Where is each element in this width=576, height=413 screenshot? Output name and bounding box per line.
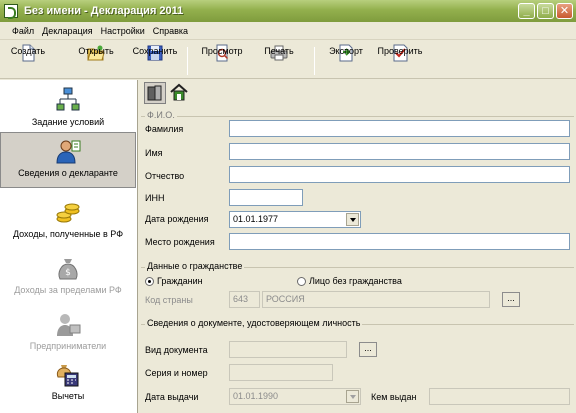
- surname-input[interactable]: [229, 120, 570, 137]
- open-button[interactable]: Открыть: [74, 44, 118, 78]
- citizen-radio-label: Гражданин: [157, 276, 203, 286]
- birthplace-input[interactable]: [229, 233, 570, 250]
- print-button[interactable]: Печать: [256, 44, 302, 78]
- app-logo-icon: [4, 4, 18, 19]
- window-title: Без имени - Декларация 2011: [24, 5, 184, 17]
- minimize-button[interactable]: _: [518, 3, 535, 19]
- citizenship-group-title: Данные о гражданстве: [145, 261, 245, 271]
- nav-conditions[interactable]: Задание условий: [0, 82, 136, 138]
- issued-by-input[interactable]: [429, 388, 570, 405]
- create-button[interactable]: Создать: [6, 44, 50, 78]
- close-button[interactable]: ✕: [556, 3, 573, 19]
- stateless-radio[interactable]: [297, 277, 306, 286]
- birthdate-picker[interactable]: 01.01.1977: [229, 211, 361, 228]
- inn-input[interactable]: [229, 189, 303, 206]
- nav-label: Доходы, полученные в РФ: [12, 229, 124, 239]
- patronymic-label: Отчество: [145, 171, 185, 181]
- name-label: Имя: [145, 148, 163, 158]
- check-button[interactable]: Проверить: [372, 44, 428, 78]
- country-code-input[interactable]: 643: [229, 291, 260, 308]
- series-number-input[interactable]: [229, 364, 333, 381]
- create-label: Создать: [10, 46, 46, 56]
- save-button[interactable]: Сохранить: [130, 44, 180, 78]
- title-bar[interactable]: Без имени - Декларация 2011 _ □ ✕: [0, 0, 576, 22]
- declarant-form: Ф.И.О. Фамилия Имя Отчество ИНН Дата рож…: [139, 106, 576, 413]
- form-tab-strip: [139, 80, 576, 106]
- toolbar-separator: [187, 47, 188, 75]
- nav-label: Предприниматели: [29, 341, 107, 351]
- preview-label: Просмотр: [201, 46, 243, 56]
- inn-label: ИНН: [145, 193, 165, 203]
- country-select-button[interactable]: ...: [502, 292, 520, 307]
- toolbar-separator: [314, 47, 315, 75]
- nav-declarant[interactable]: Сведения о декларанте: [0, 132, 136, 188]
- nav-label: Задание условий: [31, 117, 105, 127]
- export-button[interactable]: Экспорт: [323, 44, 369, 78]
- issue-date-value: 01.01.1990: [233, 391, 279, 401]
- nav-label: Доходы за пределами РФ: [14, 285, 122, 295]
- country-name-input[interactable]: РОССИЯ: [262, 291, 490, 308]
- preview-button[interactable]: Просмотр: [197, 44, 247, 78]
- birthdate-label: Дата рождения: [145, 214, 209, 224]
- doc-type-label: Вид документа: [145, 345, 208, 355]
- home-icon: [170, 83, 188, 101]
- toolbar: Создать Открыть Сохранить Просмотр Печат…: [0, 41, 576, 79]
- chevron-down-icon[interactable]: [346, 390, 359, 403]
- nav-entrepreneurs[interactable]: Предприниматели: [0, 306, 136, 362]
- app-window: Без имени - Декларация 2011 _ □ ✕ Файл Д…: [0, 0, 576, 413]
- country-code-label: Код страны: [145, 295, 193, 305]
- doc-type-input[interactable]: [229, 341, 347, 358]
- menu-bar: Файл Декларация Настройки Справка: [0, 22, 576, 40]
- income-coins-icon: [55, 199, 81, 225]
- sections-sidebar: Задание условий Сведения о декларанте До…: [0, 80, 138, 413]
- nav-income-abroad[interactable]: $ Доходы за пределами РФ: [0, 250, 136, 306]
- export-label: Экспорт: [329, 46, 363, 56]
- maximize-button[interactable]: □: [537, 3, 554, 19]
- menu-help[interactable]: Справка: [149, 22, 192, 40]
- entrepreneurs-icon: [55, 311, 81, 337]
- check-label: Проверить: [377, 46, 423, 56]
- svg-text:$: $: [65, 268, 71, 278]
- document-group-title: Сведения о документе, удостоверяющем лич…: [145, 318, 363, 328]
- nav-label: Вычеты: [51, 391, 85, 401]
- declarant-person-icon: [55, 138, 81, 164]
- fio-group-title: Ф.И.О.: [145, 110, 177, 120]
- menu-file[interactable]: Файл: [8, 22, 38, 40]
- doc-type-select-button[interactable]: ...: [359, 342, 377, 357]
- series-number-label: Серия и номер: [145, 368, 208, 378]
- menu-settings[interactable]: Настройки: [97, 22, 149, 40]
- form-pane: Ф.И.О. Фамилия Имя Отчество ИНН Дата рож…: [139, 80, 576, 413]
- tab-address[interactable]: [169, 82, 191, 104]
- deductions-icon: [55, 361, 81, 387]
- stateless-radio-label: Лицо без гражданства: [309, 276, 402, 286]
- close-icon: ✕: [559, 5, 570, 17]
- maximize-icon: □: [542, 5, 549, 17]
- chevron-down-icon[interactable]: [346, 213, 359, 226]
- issued-by-label: Кем выдан: [371, 392, 417, 402]
- foreign-income-bag-icon: $: [55, 255, 81, 281]
- save-label: Сохранить: [132, 46, 178, 56]
- minimize-icon: _: [523, 5, 530, 17]
- personal-card-icon: [147, 85, 162, 101]
- tab-personal-data[interactable]: [144, 82, 166, 104]
- issue-date-picker[interactable]: 01.01.1990: [229, 388, 361, 405]
- nav-income-rf[interactable]: Доходы, полученные в РФ: [0, 194, 136, 250]
- name-input[interactable]: [229, 143, 570, 160]
- issue-date-label: Дата выдачи: [145, 392, 199, 402]
- citizen-radio[interactable]: [145, 277, 154, 286]
- birthdate-value: 01.01.1977: [233, 214, 279, 224]
- surname-label: Фамилия: [145, 124, 184, 134]
- nav-label: Сведения о декларанте: [18, 168, 118, 178]
- patronymic-input[interactable]: [229, 166, 570, 183]
- nav-deductions[interactable]: Вычеты: [0, 356, 136, 412]
- print-label: Печать: [264, 46, 294, 56]
- open-label: Открыть: [78, 46, 114, 56]
- menu-declaration[interactable]: Декларация: [38, 22, 96, 40]
- birthplace-label: Место рождения: [145, 237, 215, 247]
- conditions-tree-icon: [55, 87, 81, 113]
